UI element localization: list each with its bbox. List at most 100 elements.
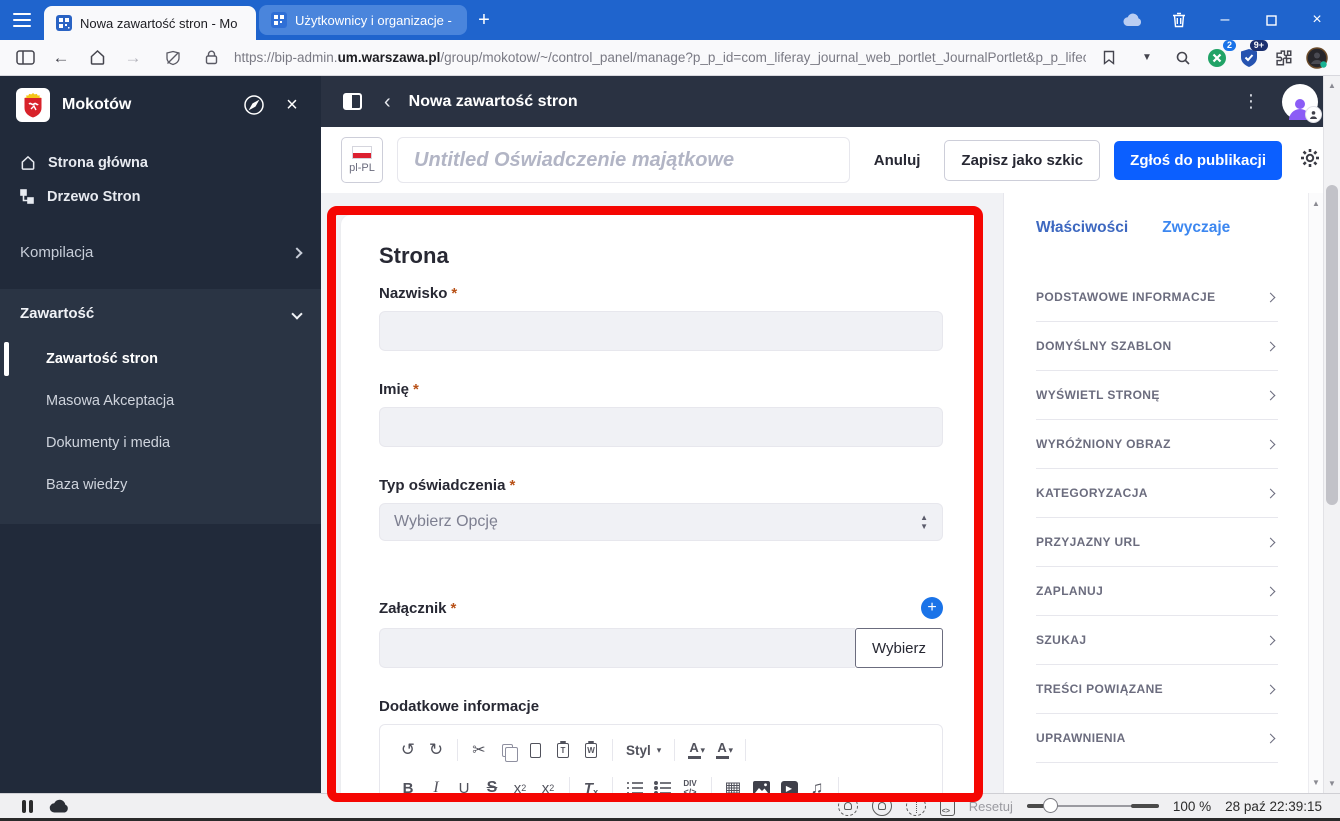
- extension-green-icon[interactable]: 2: [1204, 39, 1236, 71]
- sidebar-section-zawartosc[interactable]: Zawartość: [0, 289, 321, 338]
- sidebar-section-kompilacja[interactable]: Kompilacja: [0, 228, 321, 277]
- section-domyslny-szablon[interactable]: DOMYŚLNY SZABLON: [1036, 322, 1278, 371]
- configuration-panel: Właściwości Zwyczaje PODSTAWOWE INFORMAC…: [1003, 193, 1308, 793]
- poland-flag-icon: [352, 146, 372, 159]
- chevron-right-icon: [1265, 341, 1276, 351]
- control-menu-bar: ‹ Nowa zawartość stron ⋮: [321, 76, 1340, 127]
- product-menu-toggle-icon[interactable]: [343, 93, 362, 110]
- sidebar-item-home[interactable]: Strona główna: [0, 146, 321, 180]
- search-icon[interactable]: [1168, 44, 1198, 72]
- locale-selector-button[interactable]: pl-PL: [341, 137, 383, 183]
- datetime: 28 paź 22:39:15: [1225, 798, 1322, 814]
- menu-icon[interactable]: [0, 0, 44, 40]
- app-window: Nowa zawartość stron - Mo Użytkownicy i …: [0, 0, 1340, 821]
- section-szukaj[interactable]: SZUKAJ: [1036, 616, 1278, 665]
- section-wyrozniony-obraz[interactable]: WYRÓŻNIONY OBRAZ: [1036, 420, 1278, 469]
- section-przyjazny-url[interactable]: PRZYJAZNY URL: [1036, 518, 1278, 567]
- gear-icon[interactable]: [1300, 148, 1320, 173]
- minimize-button[interactable]: –: [1202, 0, 1248, 40]
- submit-publication-button[interactable]: Zgłoś do publikacji: [1114, 140, 1282, 180]
- browser-tab-active[interactable]: Nowa zawartość stron - Mo: [44, 6, 256, 40]
- extension-badge: 2: [1222, 39, 1236, 52]
- compass-icon[interactable]: [241, 92, 267, 118]
- browser-tab-inactive[interactable]: Użytkownicy i organizacje -: [259, 5, 467, 35]
- site-name: Mokotów: [62, 96, 132, 113]
- close-sidebar-icon[interactable]: ×: [279, 92, 305, 118]
- tab-zwyczaje[interactable]: Zwyczaje: [1162, 219, 1230, 237]
- home-icon[interactable]: [82, 44, 112, 72]
- close-button[interactable]: ×: [1294, 0, 1340, 40]
- article-title-input[interactable]: [397, 137, 850, 183]
- sidebar-item-dokumenty-i-media[interactable]: Dokumenty i media: [0, 422, 321, 464]
- cancel-button[interactable]: Anuluj: [864, 152, 931, 169]
- cloud-icon[interactable]: [49, 799, 70, 813]
- annotation-rectangle: [327, 206, 983, 802]
- bip-favicon-icon: [271, 12, 287, 28]
- tab-wlasciwosci[interactable]: Właściwości: [1036, 219, 1128, 237]
- section-zaplanuj[interactable]: ZAPLANUJ: [1036, 567, 1278, 616]
- sidebar-item-masowa-akceptacja[interactable]: Masowa Akceptacja: [0, 380, 321, 422]
- scrollbar-thumb[interactable]: [1326, 185, 1338, 505]
- address-bar[interactable]: https://bip-admin.um.warszawa.pl/group/m…: [154, 44, 1162, 72]
- kebab-menu-icon[interactable]: ⋮: [1242, 91, 1260, 112]
- section-wyswietl-strone[interactable]: WYŚWIETL STRONĘ: [1036, 371, 1278, 420]
- extension-shield-icon[interactable]: 9+: [1236, 39, 1268, 71]
- home-icon: [21, 155, 35, 170]
- sidebar-item-zawartosc-stron[interactable]: Zawartość stron: [0, 338, 321, 380]
- user-avatar[interactable]: [1282, 83, 1322, 123]
- sidebar-item-label: Strona główna: [48, 155, 148, 171]
- page-tree-icon: [20, 189, 34, 204]
- chevron-right-icon: [1265, 390, 1276, 400]
- forward-icon[interactable]: →: [118, 44, 148, 72]
- pause-icon[interactable]: [22, 799, 33, 813]
- sidebar-item-baza-wiedzy[interactable]: Baza wiedzy: [0, 464, 321, 506]
- new-tab-button[interactable]: +: [467, 3, 501, 37]
- back-chevron-icon[interactable]: ‹: [384, 92, 391, 112]
- section-tresci-powiazane[interactable]: TREŚCI POWIĄZANE: [1036, 665, 1278, 714]
- sidebar-item-page-tree[interactable]: Drzewo Stron: [0, 180, 321, 214]
- extensions-puzzle-icon[interactable]: [1268, 44, 1298, 72]
- sidebar-toggle-icon[interactable]: [10, 44, 40, 72]
- scroll-down-icon[interactable]: ▼: [1309, 778, 1323, 787]
- trash-icon[interactable]: [1156, 0, 1202, 40]
- back-icon[interactable]: ←: [46, 44, 76, 72]
- bookmark-dropdown-icon[interactable]: ▼: [1132, 44, 1162, 72]
- scroll-up-icon[interactable]: ▲: [1309, 199, 1323, 208]
- slider-handle[interactable]: [1042, 798, 1058, 813]
- product-menu-sidebar: Mokotów × Strona główna Drzewo Stron Kom…: [0, 76, 321, 793]
- tab-title: Nowa zawartość stron - Mo: [80, 15, 238, 31]
- panel-scrollbar[interactable]: ▲ ▼: [1308, 193, 1323, 793]
- url-text: https://bip-admin.um.warszawa.pl/group/m…: [234, 50, 1086, 65]
- page-title: Nowa zawartość stron: [408, 92, 578, 110]
- maximize-button[interactable]: [1248, 0, 1294, 40]
- bip-favicon-icon: [56, 15, 72, 31]
- warsaw-crest-icon: [16, 88, 50, 122]
- chevron-right-icon: [1265, 635, 1276, 645]
- sidebar-section-zawartosc-panel: Zawartość Zawartość stron Masowa Akcepta…: [0, 289, 321, 524]
- section-label: Kompilacja: [20, 244, 94, 261]
- cloud-sync-icon[interactable]: [1110, 0, 1156, 40]
- bookmark-icon[interactable]: [1094, 44, 1124, 72]
- chevron-right-icon: [291, 246, 303, 259]
- section-label: Zawartość: [20, 305, 95, 322]
- section-kategoryzacja[interactable]: KATEGORYZACJA: [1036, 469, 1278, 518]
- profile-avatar[interactable]: [1304, 45, 1330, 71]
- zoom-slider[interactable]: [1026, 798, 1159, 814]
- chevron-right-icon: [1265, 537, 1276, 547]
- locale-label: pl-PL: [349, 162, 375, 174]
- shield-permissions-icon[interactable]: [158, 44, 188, 72]
- section-podstawowe-informacje[interactable]: PODSTAWOWE INFORMACJE: [1036, 273, 1278, 322]
- chevron-right-icon: [1265, 488, 1276, 498]
- chevron-down-icon: [291, 307, 303, 320]
- save-draft-button[interactable]: Zapisz jako szkic: [944, 139, 1101, 181]
- section-uprawnienia[interactable]: UPRAWNIENIA: [1036, 714, 1278, 763]
- scroll-down-icon[interactable]: ▼: [1324, 779, 1340, 788]
- extension-badge: 9+: [1249, 39, 1268, 52]
- translation-actionbar: pl-PL Anuluj Zapisz jako szkic Zgłoś do …: [321, 127, 1340, 193]
- zoom-value: 100 %: [1172, 798, 1212, 814]
- lock-icon[interactable]: [196, 44, 226, 72]
- scroll-up-icon[interactable]: ▲: [1324, 81, 1340, 90]
- sidebar-item-label: Drzewo Stron: [47, 189, 141, 205]
- chevron-right-icon: [1265, 586, 1276, 596]
- page-scrollbar[interactable]: ▲ ▼: [1323, 76, 1340, 793]
